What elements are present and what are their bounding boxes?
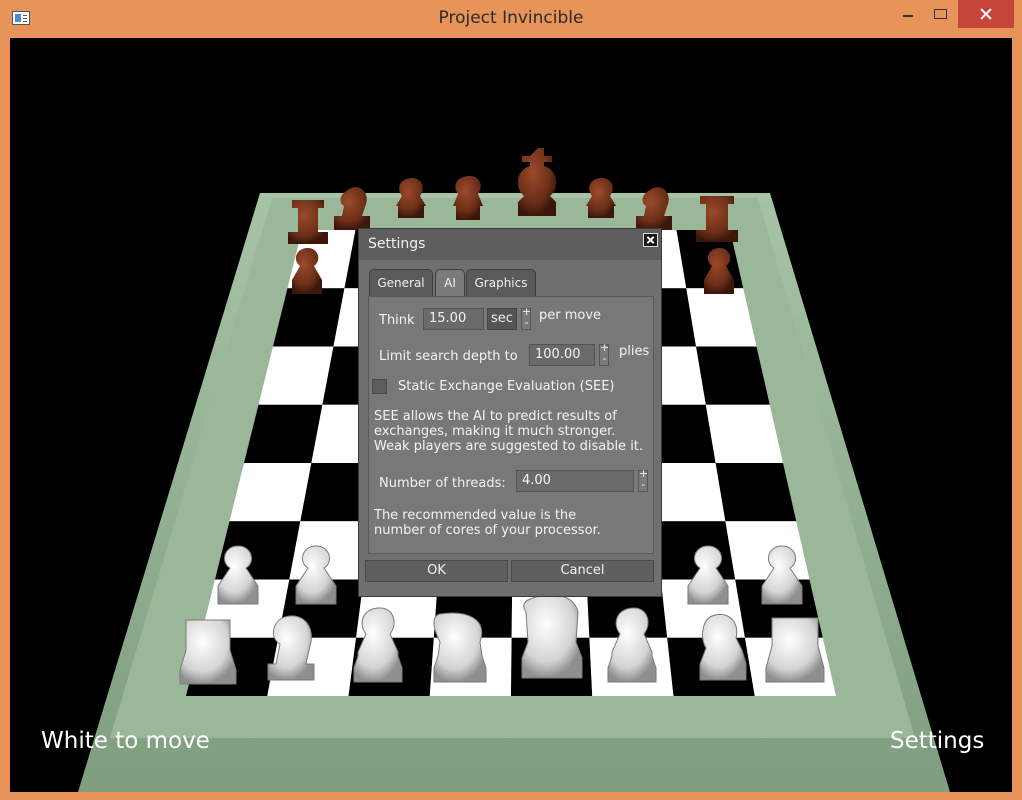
white-queen: [433, 612, 487, 683]
maximize-button[interactable]: [925, 0, 955, 28]
black-queen: [453, 176, 483, 220]
search-depth-input[interactable]: 100.00: [529, 344, 595, 366]
turn-indicator: White to move: [41, 728, 210, 754]
see-description-line: exchanges, making it much stronger.: [374, 424, 616, 439]
search-depth-spinner[interactable]: [599, 341, 609, 366]
depth-label: Limit search depth to: [379, 349, 518, 364]
think-label: Think: [379, 313, 415, 328]
settings-link[interactable]: Settings: [890, 728, 984, 754]
white-rook: [765, 617, 825, 683]
tab-general[interactable]: General: [369, 269, 433, 296]
title-bar: Project Invincible: [0, 0, 1022, 38]
dialog-title: Settings: [368, 236, 426, 252]
threads-label: Number of threads:: [379, 476, 506, 491]
window-title: Project Invincible: [438, 8, 584, 28]
threads-spinner[interactable]: [638, 467, 648, 492]
close-window-button[interactable]: [958, 0, 1014, 28]
white-king: [521, 594, 583, 679]
ok-button[interactable]: OK: [365, 560, 508, 582]
think-time-spinner[interactable]: [521, 305, 531, 330]
see-description-line: SEE allows the AI to predict results of: [374, 409, 617, 424]
dialog-header: Settings: [359, 229, 661, 260]
light-square[interactable]: [725, 521, 810, 580]
tab-graphics[interactable]: Graphics: [466, 269, 536, 296]
threads-note-line: number of cores of your processor.: [374, 523, 601, 538]
threads-input[interactable]: 4.00: [516, 470, 634, 492]
dark-square[interactable]: [654, 521, 736, 580]
see-label[interactable]: Static Exchange Evaluation (SEE): [398, 379, 615, 394]
game-viewport[interactable]: White to move Settings Settings General …: [10, 38, 1012, 792]
light-square[interactable]: [705, 404, 783, 463]
see-description-line: Weak players are suggested to disable it…: [374, 439, 644, 454]
think-unit-button[interactable]: sec: [487, 308, 517, 330]
think-time-input[interactable]: 15.00: [423, 308, 484, 330]
settings-dialog: Settings General AI Graphics Think 15.00…: [358, 228, 662, 597]
threads-note-line: The recommended value is the: [374, 508, 577, 523]
see-checkbox[interactable]: [372, 379, 387, 394]
black-king: [517, 148, 557, 216]
dark-square[interactable]: [715, 463, 797, 522]
threads-note: The recommended value is the number of c…: [374, 508, 601, 538]
minimize-button[interactable]: [892, 0, 922, 28]
tab-ai[interactable]: AI: [435, 269, 465, 297]
see-description: SEE allows the AI to predict results of …: [374, 409, 643, 454]
white-rook: [179, 619, 237, 685]
think-suffix: per move: [539, 308, 602, 323]
dialog-close-icon[interactable]: [643, 233, 658, 247]
cancel-button[interactable]: Cancel: [511, 560, 654, 582]
depth-suffix: plies: [619, 344, 650, 359]
